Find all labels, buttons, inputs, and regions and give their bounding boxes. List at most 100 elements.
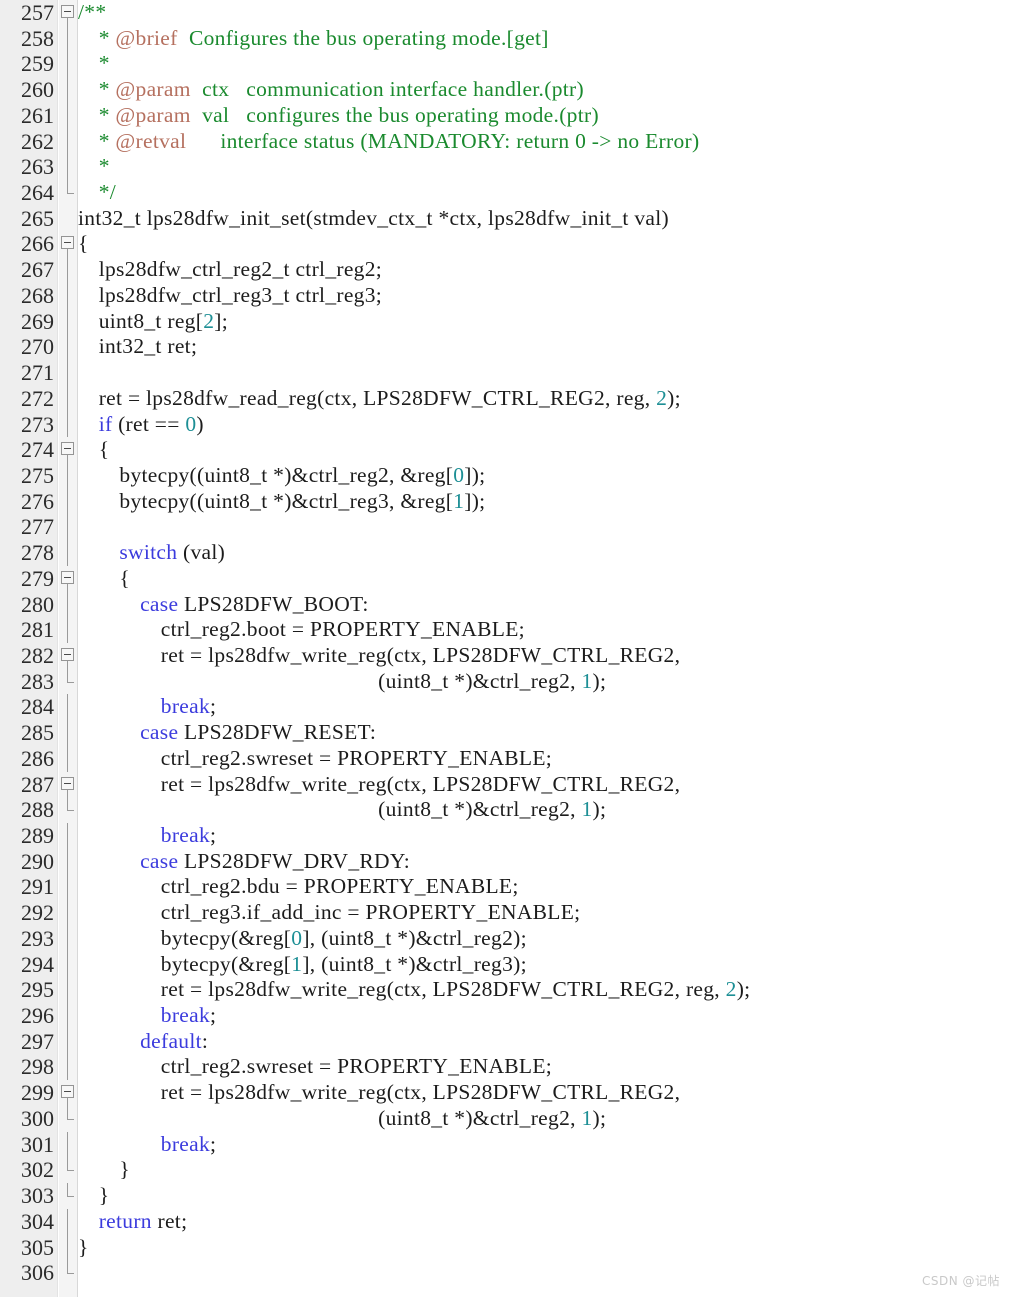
code-line[interactable]: 285 case LPS28DFW_RESET: [0, 720, 1012, 746]
code-text[interactable]: switch (val) [119, 540, 225, 566]
code-text[interactable]: * @param val configures the bus operatin… [99, 103, 599, 129]
code-line[interactable]: 303} [0, 1183, 1012, 1209]
code-line[interactable]: 293 bytecpy(&reg[0], (uint8_t *)&ctrl_reg… [0, 925, 1012, 952]
code-text[interactable]: ret = lps28dfw_write_reg(ctx, LPS28DFW_C… [161, 772, 680, 798]
code-text[interactable]: ret = lps28dfw_write_reg(ctx, LPS28DFW_C… [161, 977, 751, 1003]
code-line[interactable]: 258 * @brief Configures the bus operating… [0, 25, 1012, 52]
code-text[interactable]: { [119, 566, 130, 592]
code-line[interactable]: 261 * @param val configures the bus opera… [0, 102, 1012, 129]
code-line[interactable]: 270 int32_t ret; [0, 334, 1012, 361]
code-text[interactable]: int32_t lps28dfw_init_set(stmdev_ctx_t *… [78, 206, 669, 232]
code-line[interactable]: 289 break; [0, 823, 1012, 849]
code-line[interactable]: 283 (uint8_t *)&ctrl_reg2, 1); [0, 668, 1012, 695]
code-line[interactable]: 295 ret = lps28dfw_write_reg(ctx, LPS28DF… [0, 977, 1012, 1004]
code-line[interactable]: 288 (uint8_t *)&ctrl_reg2, 1); [0, 797, 1012, 823]
code-text[interactable]: ret = lps28dfw_read_reg(ctx, LPS28DFW_CT… [99, 386, 681, 412]
code-line[interactable]: 278 switch (val) [0, 540, 1012, 566]
code-text[interactable]: bytecpy((uint8_t *)&ctrl_reg2, &reg[0]); [119, 463, 485, 489]
code-line[interactable]: 266 { [0, 231, 1012, 258]
code-line[interactable]: 306 [0, 1260, 1012, 1286]
code-text[interactable]: uint8_t reg[2]; [99, 309, 228, 335]
code-line[interactable]: 271 [0, 360, 1012, 386]
code-text[interactable]: (uint8_t *)&ctrl_reg2, 1); [378, 669, 606, 695]
code-text[interactable]: { [99, 437, 110, 463]
code-line[interactable]: 269 uint8_t reg[2]; [0, 308, 1012, 335]
code-text[interactable]: break; [161, 1132, 217, 1158]
code-text[interactable]: return ret; [99, 1209, 188, 1235]
code-text[interactable]: } [78, 1235, 89, 1261]
code-line[interactable]: 276 bytecpy((uint8_t *)&ctrl_reg3, &reg[1… [0, 488, 1012, 515]
fold-toggle-icon[interactable] [59, 231, 78, 258]
code-line[interactable]: 259 * [0, 51, 1012, 78]
code-line[interactable]: 294 bytecpy(&reg[1], (uint8_t *)&ctrl_reg… [0, 951, 1012, 978]
code-line[interactable]: 290 case LPS28DFW_DRV_RDY: [0, 848, 1012, 875]
code-line[interactable]: 262 * @retval interface status (MANDATORY… [0, 128, 1012, 155]
code-text[interactable]: case LPS28DFW_DRV_RDY: [140, 849, 410, 875]
code-text[interactable]: break; [161, 694, 217, 720]
code-line[interactable]: 279 { [0, 566, 1012, 592]
code-text[interactable]: lps28dfw_ctrl_reg3_t ctrl_reg3; [99, 283, 382, 309]
fold-toggle-icon[interactable] [59, 0, 78, 26]
code-text[interactable]: */ [99, 180, 116, 206]
code-text[interactable]: * [99, 51, 110, 77]
code-text[interactable]: * [99, 154, 110, 180]
code-text[interactable]: case LPS28DFW_RESET: [140, 720, 376, 746]
code-text[interactable]: * @retval interface status (MANDATORY: r… [99, 129, 700, 155]
code-text[interactable]: case LPS28DFW_BOOT: [140, 592, 369, 618]
code-text[interactable]: break; [161, 1003, 217, 1029]
code-line[interactable]: 268 lps28dfw_ctrl_reg3_t ctrl_reg3; [0, 282, 1012, 309]
code-line[interactable]: 282 ret = lps28dfw_write_reg(ctx, LPS28DF… [0, 643, 1012, 669]
code-line[interactable]: 273 if (ret == 0) [0, 411, 1012, 438]
code-line[interactable]: 275 bytecpy((uint8_t *)&ctrl_reg2, &reg[0… [0, 462, 1012, 489]
code-text[interactable]: ctrl_reg2.boot = PROPERTY_ENABLE; [161, 617, 525, 643]
code-line[interactable]: 263 * [0, 154, 1012, 181]
code-line[interactable]: 284 break; [0, 694, 1012, 721]
code-line[interactable]: 277 [0, 514, 1012, 541]
fold-toggle-icon[interactable] [59, 772, 78, 798]
code-line[interactable]: 281 ctrl_reg2.boot = PROPERTY_ENABLE; [0, 617, 1012, 643]
code-text[interactable]: ctrl_reg2.swreset = PROPERTY_ENABLE; [161, 746, 552, 772]
code-text[interactable]: bytecpy((uint8_t *)&ctrl_reg3, &reg[1]); [119, 489, 485, 515]
code-text[interactable]: lps28dfw_ctrl_reg2_t ctrl_reg2; [99, 257, 382, 283]
code-text[interactable]: /** [78, 0, 106, 26]
code-line[interactable]: 260 * @param ctx communication interface … [0, 77, 1012, 103]
code-line[interactable]: 304 return ret; [0, 1208, 1012, 1235]
code-text[interactable]: ctrl_reg3.if_add_inc = PROPERTY_ENABLE; [161, 900, 581, 926]
code-text[interactable]: int32_t ret; [99, 334, 198, 360]
code-line[interactable]: 272 ret = lps28dfw_read_reg(ctx, LPS28DFW… [0, 385, 1012, 412]
code-line[interactable]: 267 lps28dfw_ctrl_reg2_t ctrl_reg2; [0, 257, 1012, 283]
code-text[interactable]: bytecpy(&reg[0], (uint8_t *)&ctrl_reg2); [161, 926, 527, 952]
code-text[interactable]: default: [140, 1029, 208, 1055]
code-line[interactable]: 257 /** [0, 0, 1012, 26]
code-text[interactable]: (uint8_t *)&ctrl_reg2, 1); [378, 1106, 606, 1132]
code-text[interactable]: break; [161, 823, 217, 849]
code-line[interactable]: 286 ctrl_reg2.swreset = PROPERTY_ENABLE; [0, 745, 1012, 772]
code-text[interactable]: ret = lps28dfw_write_reg(ctx, LPS28DFW_C… [161, 643, 680, 669]
code-text[interactable]: } [119, 1157, 130, 1183]
code-line[interactable]: 301 break; [0, 1131, 1012, 1158]
code-text[interactable]: (uint8_t *)&ctrl_reg2, 1); [378, 797, 606, 823]
code-line[interactable]: 300 (uint8_t *)&ctrl_reg2, 1); [0, 1105, 1012, 1132]
code-line[interactable]: 299 ret = lps28dfw_write_reg(ctx, LPS28DF… [0, 1080, 1012, 1106]
code-line[interactable]: 280 case LPS28DFW_BOOT: [0, 591, 1012, 618]
code-line[interactable]: 296 break; [0, 1003, 1012, 1029]
code-text[interactable]: bytecpy(&reg[1], (uint8_t *)&ctrl_reg3); [161, 952, 527, 978]
code-text[interactable]: } [99, 1183, 110, 1209]
code-line[interactable]: 297 default: [0, 1028, 1012, 1055]
code-line[interactable]: 291 ctrl_reg2.bdu = PROPERTY_ENABLE; [0, 874, 1012, 901]
fold-toggle-icon[interactable] [59, 643, 78, 669]
code-line[interactable]: 264 */ [0, 180, 1012, 206]
code-line[interactable]: 292 ctrl_reg3.if_add_inc = PROPERTY_ENABL… [0, 900, 1012, 926]
code-text[interactable]: * @param ctx communication interface han… [99, 77, 584, 103]
fold-toggle-icon[interactable] [59, 1080, 78, 1106]
fold-toggle-icon[interactable] [59, 566, 78, 592]
code-line[interactable]: 305} [0, 1234, 1012, 1261]
code-text[interactable]: if (ret == 0) [99, 412, 204, 438]
code-line[interactable]: 274 { [0, 437, 1012, 463]
code-text[interactable]: { [78, 231, 89, 257]
code-text[interactable]: * @brief Configures the bus operating mo… [99, 26, 549, 52]
code-text[interactable]: ret = lps28dfw_write_reg(ctx, LPS28DFW_C… [161, 1080, 680, 1106]
code-line[interactable]: 265 int32_t lps28dfw_init_set(stmdev_ctx_… [0, 206, 1012, 232]
fold-toggle-icon[interactable] [59, 437, 78, 463]
code-line[interactable]: 298 ctrl_reg2.swreset = PROPERTY_ENABLE; [0, 1054, 1012, 1081]
